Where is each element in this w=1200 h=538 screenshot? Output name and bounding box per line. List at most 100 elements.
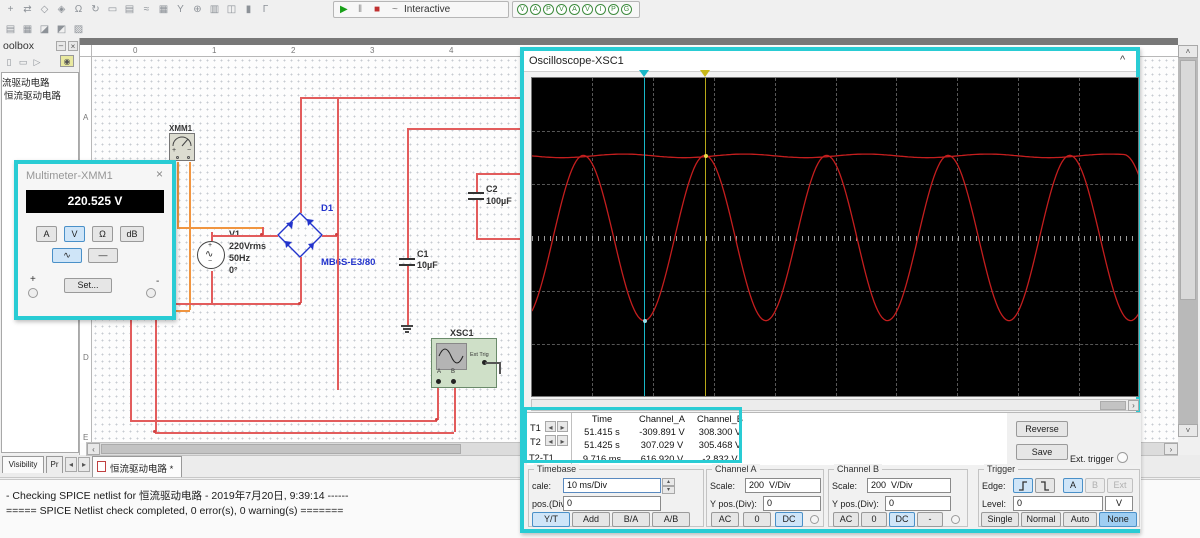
ab-button[interactable]: A/B <box>652 512 690 527</box>
channel-a-dc-button[interactable]: DC <box>775 512 803 527</box>
trigger-none-button[interactable]: None <box>1099 512 1137 527</box>
channel-b-pos-input[interactable]: 0 <box>885 496 951 511</box>
toolbar-icon[interactable]: ▭ <box>105 1 120 16</box>
t1-cursor-marker[interactable] <box>639 70 650 77</box>
timebase-pos-input[interactable]: 0 <box>563 496 661 511</box>
channel-b-ac-button[interactable]: AC <box>833 512 859 527</box>
multimeter-dialog[interactable]: Multimeter-XMM1 × 220.525 V A V Ω dB ∿ —… <box>14 160 176 320</box>
toolbar-icon[interactable]: ▤ <box>122 1 137 16</box>
t1-left-button[interactable]: ◂ <box>545 421 556 432</box>
toolbar-icon[interactable]: ◇ <box>37 1 52 16</box>
trigger-auto-button[interactable]: Auto <box>1063 512 1097 527</box>
multimeter-component[interactable]: + − <box>169 133 195 161</box>
trigger-source-a-button[interactable]: A <box>1063 478 1083 493</box>
channel-b-0-button[interactable]: 0 <box>861 512 887 527</box>
toolbar-icon[interactable]: ≈ <box>139 1 154 16</box>
timebase-scale-input[interactable]: 10 ms/Div <box>563 478 661 493</box>
timebase-spinner-down[interactable]: ▾ <box>662 486 675 494</box>
v1-ac-source[interactable]: + ∿ − <box>197 241 225 269</box>
trigger-level-input[interactable]: 0 <box>1013 496 1103 511</box>
t2-cursor-marker[interactable] <box>700 70 710 77</box>
tab-scroll-left-button[interactable]: ◂ <box>65 457 77 472</box>
toolbar-icon[interactable]: ◫ <box>224 1 239 16</box>
sheet-tab[interactable]: 恒流驱动电路 * <box>92 456 182 477</box>
tab-scroll-right-button[interactable]: ▸ <box>78 457 90 472</box>
channel-b-dc-button[interactable]: DC <box>889 512 915 527</box>
toolbar-icon[interactable]: ▨ <box>71 21 86 36</box>
ba-button[interactable]: B/A <box>612 512 650 527</box>
collapse-icon[interactable]: ^ <box>1120 54 1125 66</box>
c1-capacitor[interactable] <box>399 258 415 266</box>
probe-icon[interactable]: P <box>608 4 619 15</box>
probe-icon[interactable]: A <box>530 4 541 15</box>
toolbar-icon[interactable]: ▥ <box>207 1 222 16</box>
reverse-button[interactable]: Reverse <box>1016 421 1068 437</box>
probe-icon[interactable]: P <box>543 4 554 15</box>
t1-cursor-line[interactable] <box>644 78 646 396</box>
dc-mode-button[interactable]: — <box>88 248 118 263</box>
toolbar-icon[interactable]: ⇄ <box>20 1 35 16</box>
toolbox-icon[interactable]: ▯ <box>3 54 15 69</box>
falling-edge-button[interactable] <box>1035 478 1055 493</box>
channel-a-0-button[interactable]: 0 <box>743 512 771 527</box>
trigger-level-unit[interactable]: V <box>1105 496 1133 511</box>
channel-a-pos-input[interactable]: 0 <box>763 496 821 511</box>
hscroll-right-button[interactable]: › <box>1164 443 1178 455</box>
scope-hscrollbar[interactable]: › <box>531 399 1139 411</box>
trigger-source-b-button[interactable]: B <box>1085 478 1105 493</box>
scope-hscroll-thumb[interactable] <box>1100 401 1126 410</box>
toolbar-icon[interactable]: ▦ <box>20 21 35 36</box>
pause-button[interactable]: ‖ <box>358 4 362 15</box>
vscroll-up-button[interactable]: ˄ <box>1178 45 1198 58</box>
timebase-spinner-up[interactable]: ▴ <box>662 478 675 486</box>
oscilloscope-window[interactable]: Oscilloscope-XSC1 ^ › T1 T2 T2-T1 ◂ ▸ ◂ <box>520 47 1141 533</box>
channel-b-minus-button[interactable]: - <box>917 512 943 527</box>
toolbar-icon[interactable]: Y <box>173 1 188 16</box>
hscroll-left-button[interactable]: ‹ <box>87 443 100 455</box>
trigger-source-ext-button[interactable]: Ext <box>1107 478 1133 493</box>
toolbar-icon[interactable]: ◪ <box>37 21 52 36</box>
t1-right-button[interactable]: ▸ <box>557 421 568 432</box>
mode-a-button[interactable]: A <box>36 226 57 242</box>
schematic-vscrollbar[interactable]: ˄ ˅ <box>1178 45 1198 437</box>
toolbar-icon[interactable]: Ω <box>71 1 86 16</box>
mode-ohm-button[interactable]: Ω <box>92 226 113 242</box>
mode-db-button[interactable]: dB <box>120 226 144 242</box>
oscilloscope-titlebar[interactable]: Oscilloscope-XSC1 ^ <box>524 51 1136 72</box>
t2-left-button[interactable]: ◂ <box>545 435 556 446</box>
toolbar-icon[interactable]: ▮ <box>241 1 256 16</box>
ac-mode-button[interactable]: ∿ <box>52 248 82 263</box>
toolbox-icon[interactable]: ▷ <box>31 54 43 69</box>
save-button[interactable]: Save <box>1016 444 1068 460</box>
toolbar-icon[interactable]: ▦ <box>156 1 171 16</box>
scope-hscroll-right-button[interactable]: › <box>1128 400 1139 411</box>
probe-icon[interactable]: I <box>595 4 606 15</box>
t2-right-button[interactable]: ▸ <box>557 435 568 446</box>
mode-v-button[interactable]: V <box>64 226 85 242</box>
channel-a-ac-button[interactable]: AC <box>711 512 739 527</box>
toolbar-icon[interactable]: + <box>3 1 18 16</box>
toolbox-minimize-button[interactable]: – <box>56 41 66 51</box>
close-icon[interactable]: × <box>156 167 163 181</box>
probe-icon[interactable]: V <box>582 4 593 15</box>
add-button[interactable]: Add <box>572 512 610 527</box>
stop-button[interactable]: ■ <box>374 4 380 15</box>
toolbar-icon[interactable]: ⊕ <box>190 1 205 16</box>
vscroll-thumb[interactable] <box>1180 60 1196 300</box>
channel-a-scale-input[interactable]: 200 V/Div <box>745 478 821 493</box>
oscilloscope-component[interactable]: Ext Trig A B <box>431 338 497 388</box>
tree-item-circuit-2[interactable]: 恒流驱动电路 <box>2 90 78 103</box>
probe-icon[interactable]: A <box>569 4 580 15</box>
toolbar-icon[interactable]: ◈ <box>54 1 69 16</box>
set-button[interactable]: Set... <box>64 278 112 293</box>
probe-icon[interactable]: G <box>621 4 632 15</box>
probe-icon[interactable]: V <box>556 4 567 15</box>
toolbar-icon[interactable]: ↻ <box>88 1 103 16</box>
vscroll-down-button[interactable]: ˅ <box>1178 424 1198 437</box>
toolbox-close-button[interactable]: × <box>68 41 78 51</box>
rising-edge-button[interactable] <box>1013 478 1033 493</box>
t2-cursor-line[interactable] <box>705 78 706 396</box>
snapshot-icon[interactable]: ◉ <box>60 55 74 67</box>
channel-b-scale-input[interactable]: 200 V/Div <box>867 478 951 493</box>
yt-button[interactable]: Y/T <box>532 512 570 527</box>
